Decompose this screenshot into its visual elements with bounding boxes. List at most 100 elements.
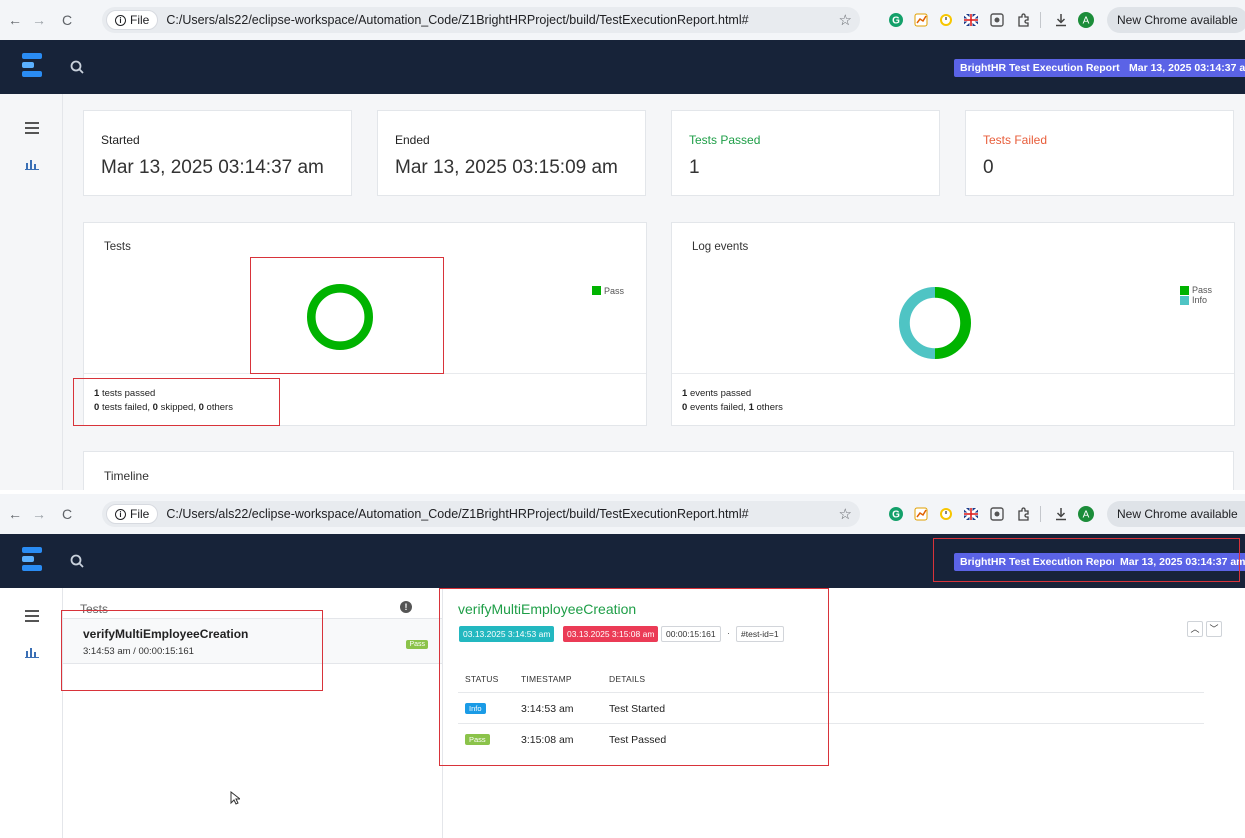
status-filter-icon[interactable]: !: [400, 601, 412, 613]
new-chrome-available-button[interactable]: New Chrome available⋮: [1107, 501, 1245, 527]
log-summary: 1 events passed 0 events failed, 1 other…: [672, 373, 1234, 425]
report-title-badge: BrightHR Test Execution Report: [954, 59, 1126, 77]
grammarly-icon[interactable]: G: [887, 505, 905, 523]
events-failed-count: 0: [682, 402, 688, 413]
forward-icon[interactable]: →: [30, 12, 48, 28]
scroll-down-button[interactable]: ﹀: [1206, 621, 1222, 637]
legend-info-swatch: [1180, 295, 1189, 305]
legend-pass-label: Pass: [604, 286, 625, 296]
donut-slice-info: [899, 287, 936, 359]
bar-chart-icon[interactable]: [25, 158, 39, 170]
info-icon: i: [115, 508, 126, 520]
tests-passed-label: Tests Passed: [689, 133, 761, 147]
new-chrome-available-button[interactable]: New Chrome available: [1107, 7, 1245, 33]
events-passed-count: 1: [682, 388, 688, 399]
events-failed-text: events failed,: [689, 402, 746, 413]
browser-toolbar: ← → C i File C:/Users/als22/eclipse-works…: [0, 494, 1245, 534]
forward-icon[interactable]: →: [30, 506, 48, 522]
avatar-letter: A: [1083, 510, 1090, 521]
back-icon[interactable]: ←: [6, 12, 24, 28]
extension-chart-icon[interactable]: [912, 11, 930, 29]
uk-flag-icon[interactable]: [962, 11, 980, 29]
test-status-badge: Pass: [406, 640, 428, 649]
log-donut-chart: [899, 287, 971, 359]
list-icon[interactable]: [25, 610, 39, 622]
bookmark-star-icon[interactable]: ☆: [839, 505, 852, 523]
legend-info-label: Info: [1192, 295, 1208, 305]
tests-panel-title: Tests: [104, 241, 131, 253]
annotation-box-test-item: [61, 610, 323, 691]
ended-value: Mar 13, 2025 03:15:09 am: [395, 157, 618, 178]
avatar-letter: A: [1083, 16, 1090, 27]
timeline-panel: Timeline: [83, 451, 1234, 490]
url-text: C:/Users/als22/eclipse-workspace/Automat…: [166, 507, 749, 521]
bar-chart-icon[interactable]: [25, 646, 39, 658]
tests-passed-value: 1: [689, 157, 700, 178]
timeline-title: Timeline: [104, 469, 149, 483]
legend-pass-label: Pass: [1192, 285, 1213, 295]
extent-logo: [22, 547, 42, 571]
address-bar[interactable]: i File C:/Users/als22/eclipse-workspace/A…: [102, 7, 860, 33]
scroll-up-button[interactable]: ︿: [1187, 621, 1203, 637]
uk-flag-icon[interactable]: [962, 505, 980, 523]
tests-failed-label: Tests Failed: [983, 133, 1048, 147]
legend-pass-swatch: [592, 286, 601, 295]
browser-toolbar: ← → C i File C:/Users/als22/eclipse-works…: [0, 0, 1245, 40]
download-icon[interactable]: [1052, 505, 1070, 523]
extension-camera-icon[interactable]: [988, 505, 1006, 523]
extension-timer-icon[interactable]: [937, 11, 955, 29]
extension-chart-icon[interactable]: [912, 505, 930, 523]
log-events-chart-panel: Log events Pass Info 1 events passed 0 e…: [671, 222, 1235, 426]
test-view-screenshot: ← → C i File C:/Users/als22/eclipse-works…: [0, 494, 1245, 838]
extensions-puzzle-icon[interactable]: [1014, 11, 1032, 29]
reload-icon[interactable]: C: [58, 12, 76, 28]
ended-card: Ended Mar 13, 2025 03:15:09 am: [377, 110, 646, 196]
tests-failed-value: 0: [983, 157, 994, 178]
site-info-chip[interactable]: i File: [106, 10, 159, 30]
annotation-box-summary: [73, 378, 280, 426]
back-icon[interactable]: ←: [6, 506, 24, 522]
sidebar: [0, 94, 63, 490]
sidebar: [0, 588, 63, 838]
events-others-count: 1: [748, 402, 754, 413]
log-legend: Pass Info: [1180, 285, 1212, 305]
extension-camera-icon[interactable]: [988, 11, 1006, 29]
search-icon[interactable]: [70, 554, 84, 568]
extension-timer-icon[interactable]: [937, 505, 955, 523]
toolbar-divider: [1040, 12, 1041, 28]
started-card: Started Mar 13, 2025 03:14:37 am: [83, 110, 352, 196]
tests-failed-card: Tests Failed 0: [965, 110, 1234, 196]
extent-logo: [22, 53, 42, 77]
reload-icon[interactable]: C: [58, 506, 76, 522]
svg-text:G: G: [892, 16, 900, 27]
donut-slice-pass: [934, 287, 971, 359]
new-chrome-text: New Chrome available: [1117, 507, 1238, 521]
list-icon[interactable]: [25, 122, 39, 134]
report-header: BrightHR Test Execution Report Mar 13, 2…: [0, 40, 1245, 94]
grammarly-icon[interactable]: G: [887, 11, 905, 29]
search-icon[interactable]: [70, 60, 84, 74]
annotation-box-header-badges: [933, 538, 1240, 582]
annotation-box-donut: [250, 257, 444, 374]
annotation-box-test-detail: [439, 588, 829, 766]
ended-label: Ended: [395, 133, 430, 147]
profile-avatar[interactable]: A: [1077, 505, 1095, 523]
legend-pass-swatch: [1180, 285, 1189, 295]
tests-legend: Pass: [592, 286, 624, 296]
log-panel-title: Log events: [692, 241, 749, 253]
info-icon: i: [115, 14, 126, 26]
extensions-puzzle-icon[interactable]: [1014, 505, 1032, 523]
site-info-chip[interactable]: i File: [106, 504, 159, 524]
tests-passed-card: Tests Passed 1: [671, 110, 940, 196]
bookmark-star-icon[interactable]: ☆: [839, 11, 852, 29]
toolbar-divider: [1040, 506, 1041, 522]
download-icon[interactable]: [1052, 11, 1070, 29]
profile-avatar[interactable]: A: [1077, 11, 1095, 29]
report-date-badge: Mar 13, 2025 03:14:37 am: [1123, 59, 1245, 77]
mouse-cursor-icon: [230, 791, 240, 805]
dashboard-content: Started Mar 13, 2025 03:14:37 am Ended M…: [63, 94, 1245, 490]
events-others-text: others: [756, 402, 783, 413]
address-bar[interactable]: i File C:/Users/als22/eclipse-workspace/A…: [102, 501, 860, 527]
svg-text:G: G: [892, 510, 900, 521]
url-text: C:/Users/als22/eclipse-workspace/Automat…: [166, 13, 749, 27]
